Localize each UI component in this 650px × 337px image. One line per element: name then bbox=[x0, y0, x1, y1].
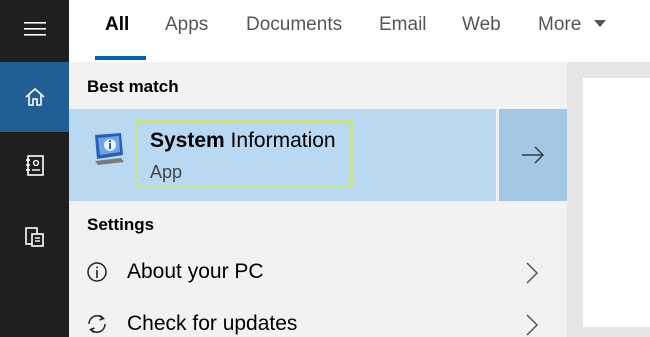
list-item[interactable]: About your PC bbox=[69, 247, 567, 299]
notebook-button[interactable] bbox=[0, 134, 69, 198]
info-icon bbox=[87, 262, 107, 282]
notebook-icon bbox=[25, 155, 44, 176]
best-match-result[interactable]: System Information App bbox=[69, 109, 496, 201]
chevron-down-icon[interactable] bbox=[593, 19, 607, 29]
devices-icon bbox=[24, 227, 44, 247]
setting-label: About your PC bbox=[127, 260, 264, 283]
app-type: App bbox=[150, 162, 183, 182]
app-name-bold: System bbox=[150, 129, 225, 152]
tab-documents[interactable]: Documents bbox=[246, 14, 342, 36]
home-button[interactable] bbox=[0, 62, 69, 132]
system-information-icon bbox=[95, 133, 124, 165]
left-rail bbox=[0, 0, 69, 337]
tab-web[interactable]: Web bbox=[462, 14, 501, 36]
refresh-icon bbox=[88, 314, 106, 334]
tab-apps[interactable]: Apps bbox=[165, 14, 208, 36]
preview-card bbox=[583, 78, 650, 327]
arrow-right-icon bbox=[522, 146, 545, 164]
tab-email[interactable]: Email bbox=[379, 14, 427, 36]
chevron-right-icon bbox=[526, 262, 539, 284]
filter-tabs: All Apps Documents Email Web More bbox=[69, 0, 650, 62]
preview-pane bbox=[567, 62, 650, 337]
hamburger-menu-button[interactable] bbox=[0, 0, 69, 58]
hamburger-icon bbox=[23, 22, 46, 36]
setting-label: Check for updates bbox=[127, 312, 298, 335]
active-tab-indicator bbox=[95, 56, 146, 60]
search-results: Best match System Information App Settin… bbox=[69, 62, 567, 337]
app-name: System Information bbox=[150, 129, 336, 153]
open-details-button[interactable] bbox=[499, 109, 567, 201]
home-icon bbox=[24, 87, 45, 106]
list-item[interactable]: Check for updates bbox=[69, 299, 567, 337]
settings-heading: Settings bbox=[87, 215, 155, 234]
best-match-heading: Best match bbox=[87, 77, 179, 96]
devices-button[interactable] bbox=[0, 205, 69, 269]
tab-all[interactable]: All bbox=[105, 14, 129, 36]
chevron-right-icon bbox=[526, 314, 539, 336]
app-name-rest: Information bbox=[224, 129, 336, 152]
tab-more[interactable]: More bbox=[538, 14, 581, 36]
